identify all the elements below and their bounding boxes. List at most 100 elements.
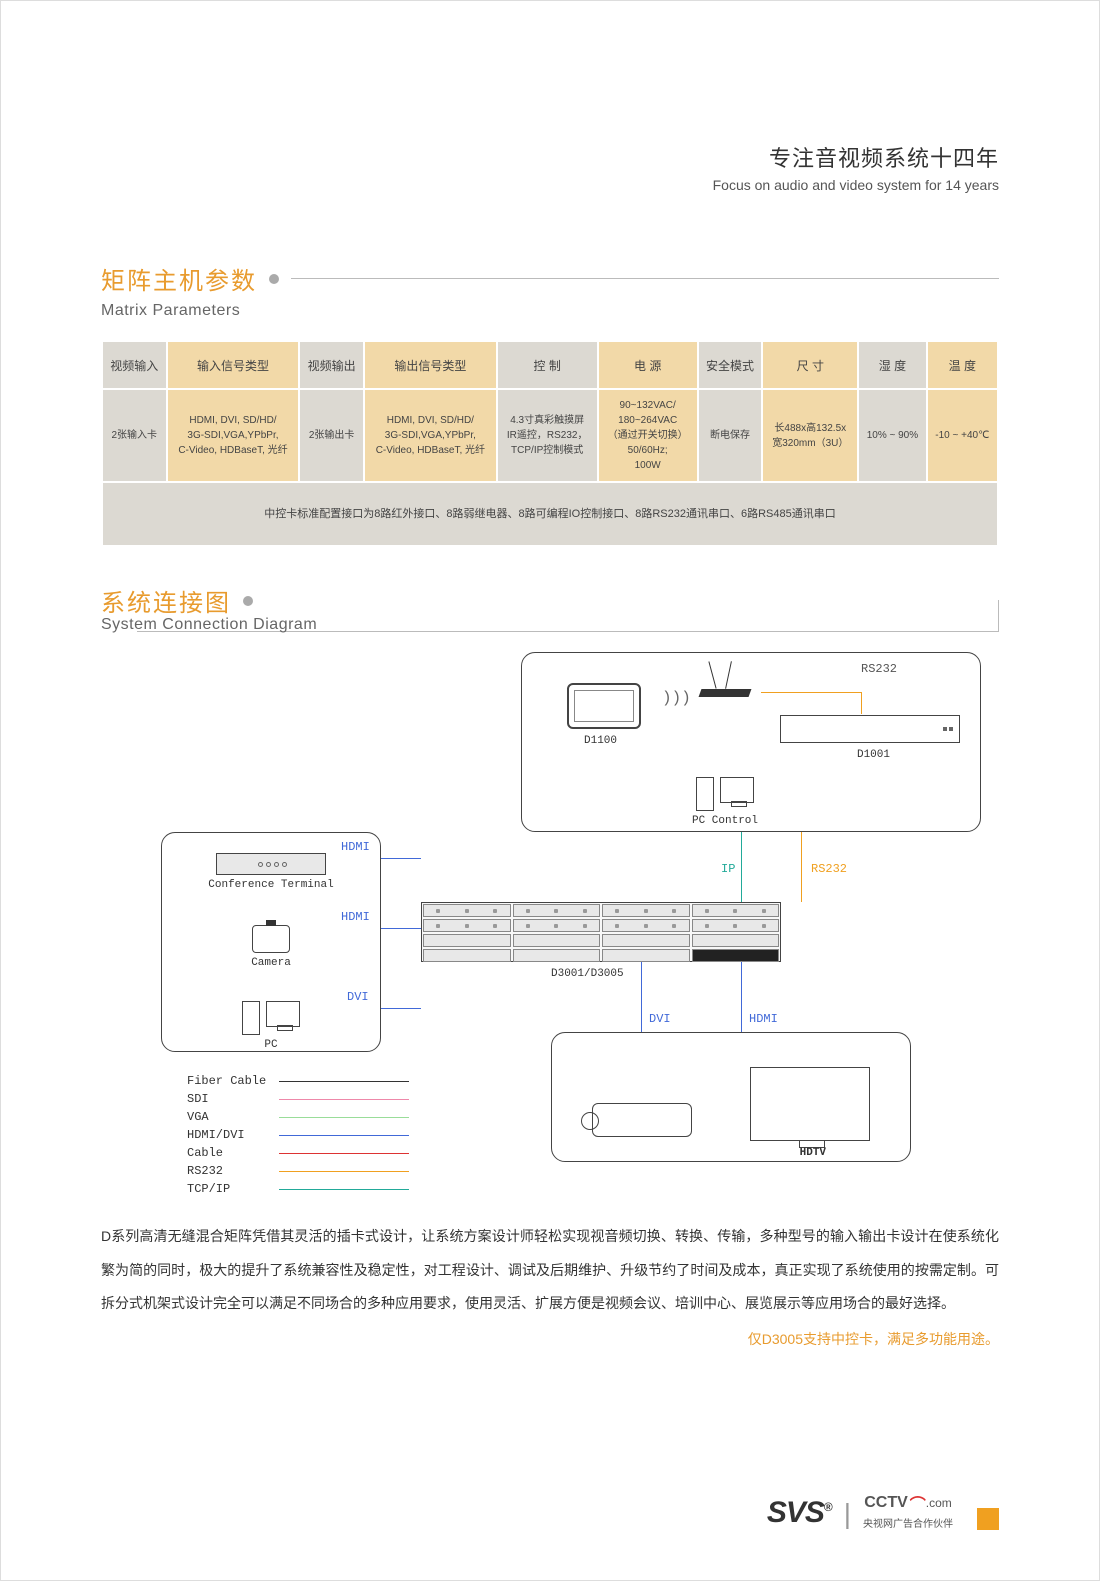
wire-rs232-v: [801, 832, 802, 902]
projector-icon: [592, 1103, 692, 1137]
legend-rs232: RS232: [187, 1164, 271, 1178]
th-7: 尺 寸: [762, 341, 858, 389]
matrix-label: D3001/D3005: [551, 968, 624, 980]
pc-control-label: PC Control: [692, 815, 758, 827]
td-3: HDMI, DVI, SD/HD/ 3G-SDI,VGA,YPbPr, C-Vi…: [364, 389, 497, 482]
wire-dvi-out: [641, 962, 642, 1032]
th-6: 安全模式: [698, 341, 763, 389]
conference-terminal-label: Conference Terminal: [162, 879, 380, 891]
td-9: -10 ~ +40℃: [927, 389, 998, 482]
rule-line: [291, 278, 999, 279]
camera-icon: [252, 925, 290, 953]
cctv-text: CCTV: [864, 1494, 908, 1512]
table-note: 中控卡标准配置接口为8路红外接口、8路弱继电器、8路可编程IO控制接口、8路RS…: [102, 482, 998, 546]
hdtv-label: HDTV: [800, 1147, 826, 1159]
legend-cable: Cable: [187, 1146, 271, 1160]
connection-diagram: Conference Terminal Camera PC D1100 ))) …: [101, 652, 999, 1192]
d1001-icon: [780, 715, 960, 743]
td-5: 90~132VAC/ 180~264VAC （通过开关切换） 50/60Hz; …: [598, 389, 698, 482]
hdmi-label-2: HDMI: [341, 910, 370, 924]
svs-logo: SVS®: [767, 1496, 832, 1530]
wire-rs232-top: [761, 692, 861, 693]
control-group-box: D1100 ))) D1001 PC Control: [521, 652, 981, 832]
td-2: 2张输出卡: [299, 389, 364, 482]
fiber-line-icon: [279, 1081, 409, 1082]
display-group-box: HDTV: [551, 1032, 911, 1162]
th-0: 视频输入: [102, 341, 167, 389]
pc-control-icon: [692, 777, 758, 811]
conference-terminal-icon: [216, 853, 326, 875]
legend-vga: VGA: [187, 1110, 271, 1124]
section1-title-en: Matrix Parameters: [101, 302, 999, 320]
footer-square-icon: [977, 1508, 999, 1530]
legend-fiber: Fiber Cable: [187, 1074, 271, 1088]
wire-rs232-top-v: [861, 692, 862, 714]
hdmi-line-icon: [279, 1135, 409, 1136]
legend-sdi: SDI: [187, 1092, 271, 1106]
section2-title-cn: 系统连接图: [101, 583, 231, 618]
dvi-out-label: DVI: [649, 1012, 671, 1026]
legend-hdmi: HDMI/DVI: [187, 1128, 271, 1142]
wire-ip-v: [741, 832, 742, 902]
table-header-row: 视频输入 输入信号类型 视频输出 输出信号类型 控 制 电 源 安全模式 尺 寸…: [102, 341, 998, 389]
td-6: 断电保存: [698, 389, 763, 482]
hdmi-label-1: HDMI: [341, 840, 370, 854]
d1100-label: D1100: [584, 735, 617, 747]
sdi-line-icon: [279, 1099, 409, 1100]
header-en: Focus on audio and video system for 14 y…: [713, 177, 999, 193]
pc-control-device: PC Control: [692, 765, 758, 827]
wire-dvi-1: [381, 1008, 421, 1009]
rs232-label-mid: RS232: [811, 862, 847, 876]
td-4: 4.3寸真彩触摸屏 IR遥控，RS232， TCP/IP控制模式: [497, 389, 598, 482]
td-0: 2张输入卡: [102, 389, 167, 482]
wifi-icon: ))): [662, 689, 691, 707]
pc-icon: [162, 1001, 380, 1035]
conference-terminal-device: Conference Terminal: [162, 853, 380, 891]
header-cn: 专注音视频系统十四年: [713, 141, 999, 173]
pc-label: PC: [162, 1039, 380, 1051]
rs232-line-icon: [279, 1171, 409, 1172]
footer-divider: |: [844, 1498, 851, 1530]
section1-title: 矩阵主机参数: [101, 261, 999, 296]
hdmi-out-label: HDMI: [749, 1012, 778, 1026]
cctv-logo: CCTV⌒.com: [864, 1491, 952, 1515]
th-4: 控 制: [497, 341, 598, 389]
body-paragraph: D系列高清无缝混合矩阵凭借其灵活的插卡式设计，让系统方案设计师轻松实现视音频切换…: [101, 1220, 999, 1321]
th-3: 输出信号类型: [364, 341, 497, 389]
table-note-row: 中控卡标准配置接口为8路红外接口、8路弱继电器、8路可编程IO控制接口、8路RS…: [102, 482, 998, 546]
td-7: 长488x高132.5x 宽320mm（3U）: [762, 389, 858, 482]
td-1: HDMI, DVI, SD/HD/ 3G-SDI,VGA,YPbPr, C-Vi…: [167, 389, 300, 482]
section1-title-cn: 矩阵主机参数: [101, 261, 257, 296]
header-block: 专注音视频系统十四年 Focus on audio and video syst…: [713, 141, 999, 193]
vga-line-icon: [279, 1117, 409, 1118]
arc-icon: ⌒: [910, 1491, 926, 1515]
dvi-label-1: DVI: [347, 990, 369, 1004]
cctv-block: CCTV⌒.com 央视网广告合作伙伴: [863, 1491, 953, 1530]
camera-label: Camera: [162, 957, 380, 969]
legend: Fiber Cable SDI VGA HDMI/DVI Cable RS232…: [187, 1072, 409, 1198]
cable-line-icon: [279, 1153, 409, 1154]
tcpip-line-icon: [279, 1189, 409, 1190]
table-row: 2张输入卡 HDMI, DVI, SD/HD/ 3G-SDI,VGA,YPbPr…: [102, 389, 998, 482]
th-5: 电 源: [598, 341, 698, 389]
matrix-device-icon: [421, 902, 781, 962]
cctv-suffix: .com: [926, 1496, 952, 1510]
reg-mark: ®: [824, 1500, 832, 1514]
tablet-icon: [567, 683, 641, 729]
hdtv-icon: [750, 1067, 870, 1141]
params-table: 视频输入 输入信号类型 视频输出 输出信号类型 控 制 电 源 安全模式 尺 寸…: [101, 340, 999, 547]
rs232-label-top: RS232: [861, 662, 897, 676]
wire-hdmi-2: [381, 928, 421, 929]
td-8: 10% ~ 90%: [858, 389, 926, 482]
wire-hdmi-out: [741, 962, 742, 1032]
bullet-icon: [269, 274, 279, 284]
bullet-icon: [243, 596, 253, 606]
section2-title-en: System Connection Diagram: [101, 616, 999, 634]
th-2: 视频输出: [299, 341, 364, 389]
th-8: 湿 度: [858, 341, 926, 389]
wire-hdmi-1: [381, 858, 421, 859]
d1001-label: D1001: [857, 749, 890, 761]
legend-tcpip: TCP/IP: [187, 1182, 271, 1196]
highlight-note: 仅D3005支持中控卡，满足多功能用途。: [101, 1329, 999, 1349]
source-group-box: Conference Terminal Camera PC: [161, 832, 381, 1052]
